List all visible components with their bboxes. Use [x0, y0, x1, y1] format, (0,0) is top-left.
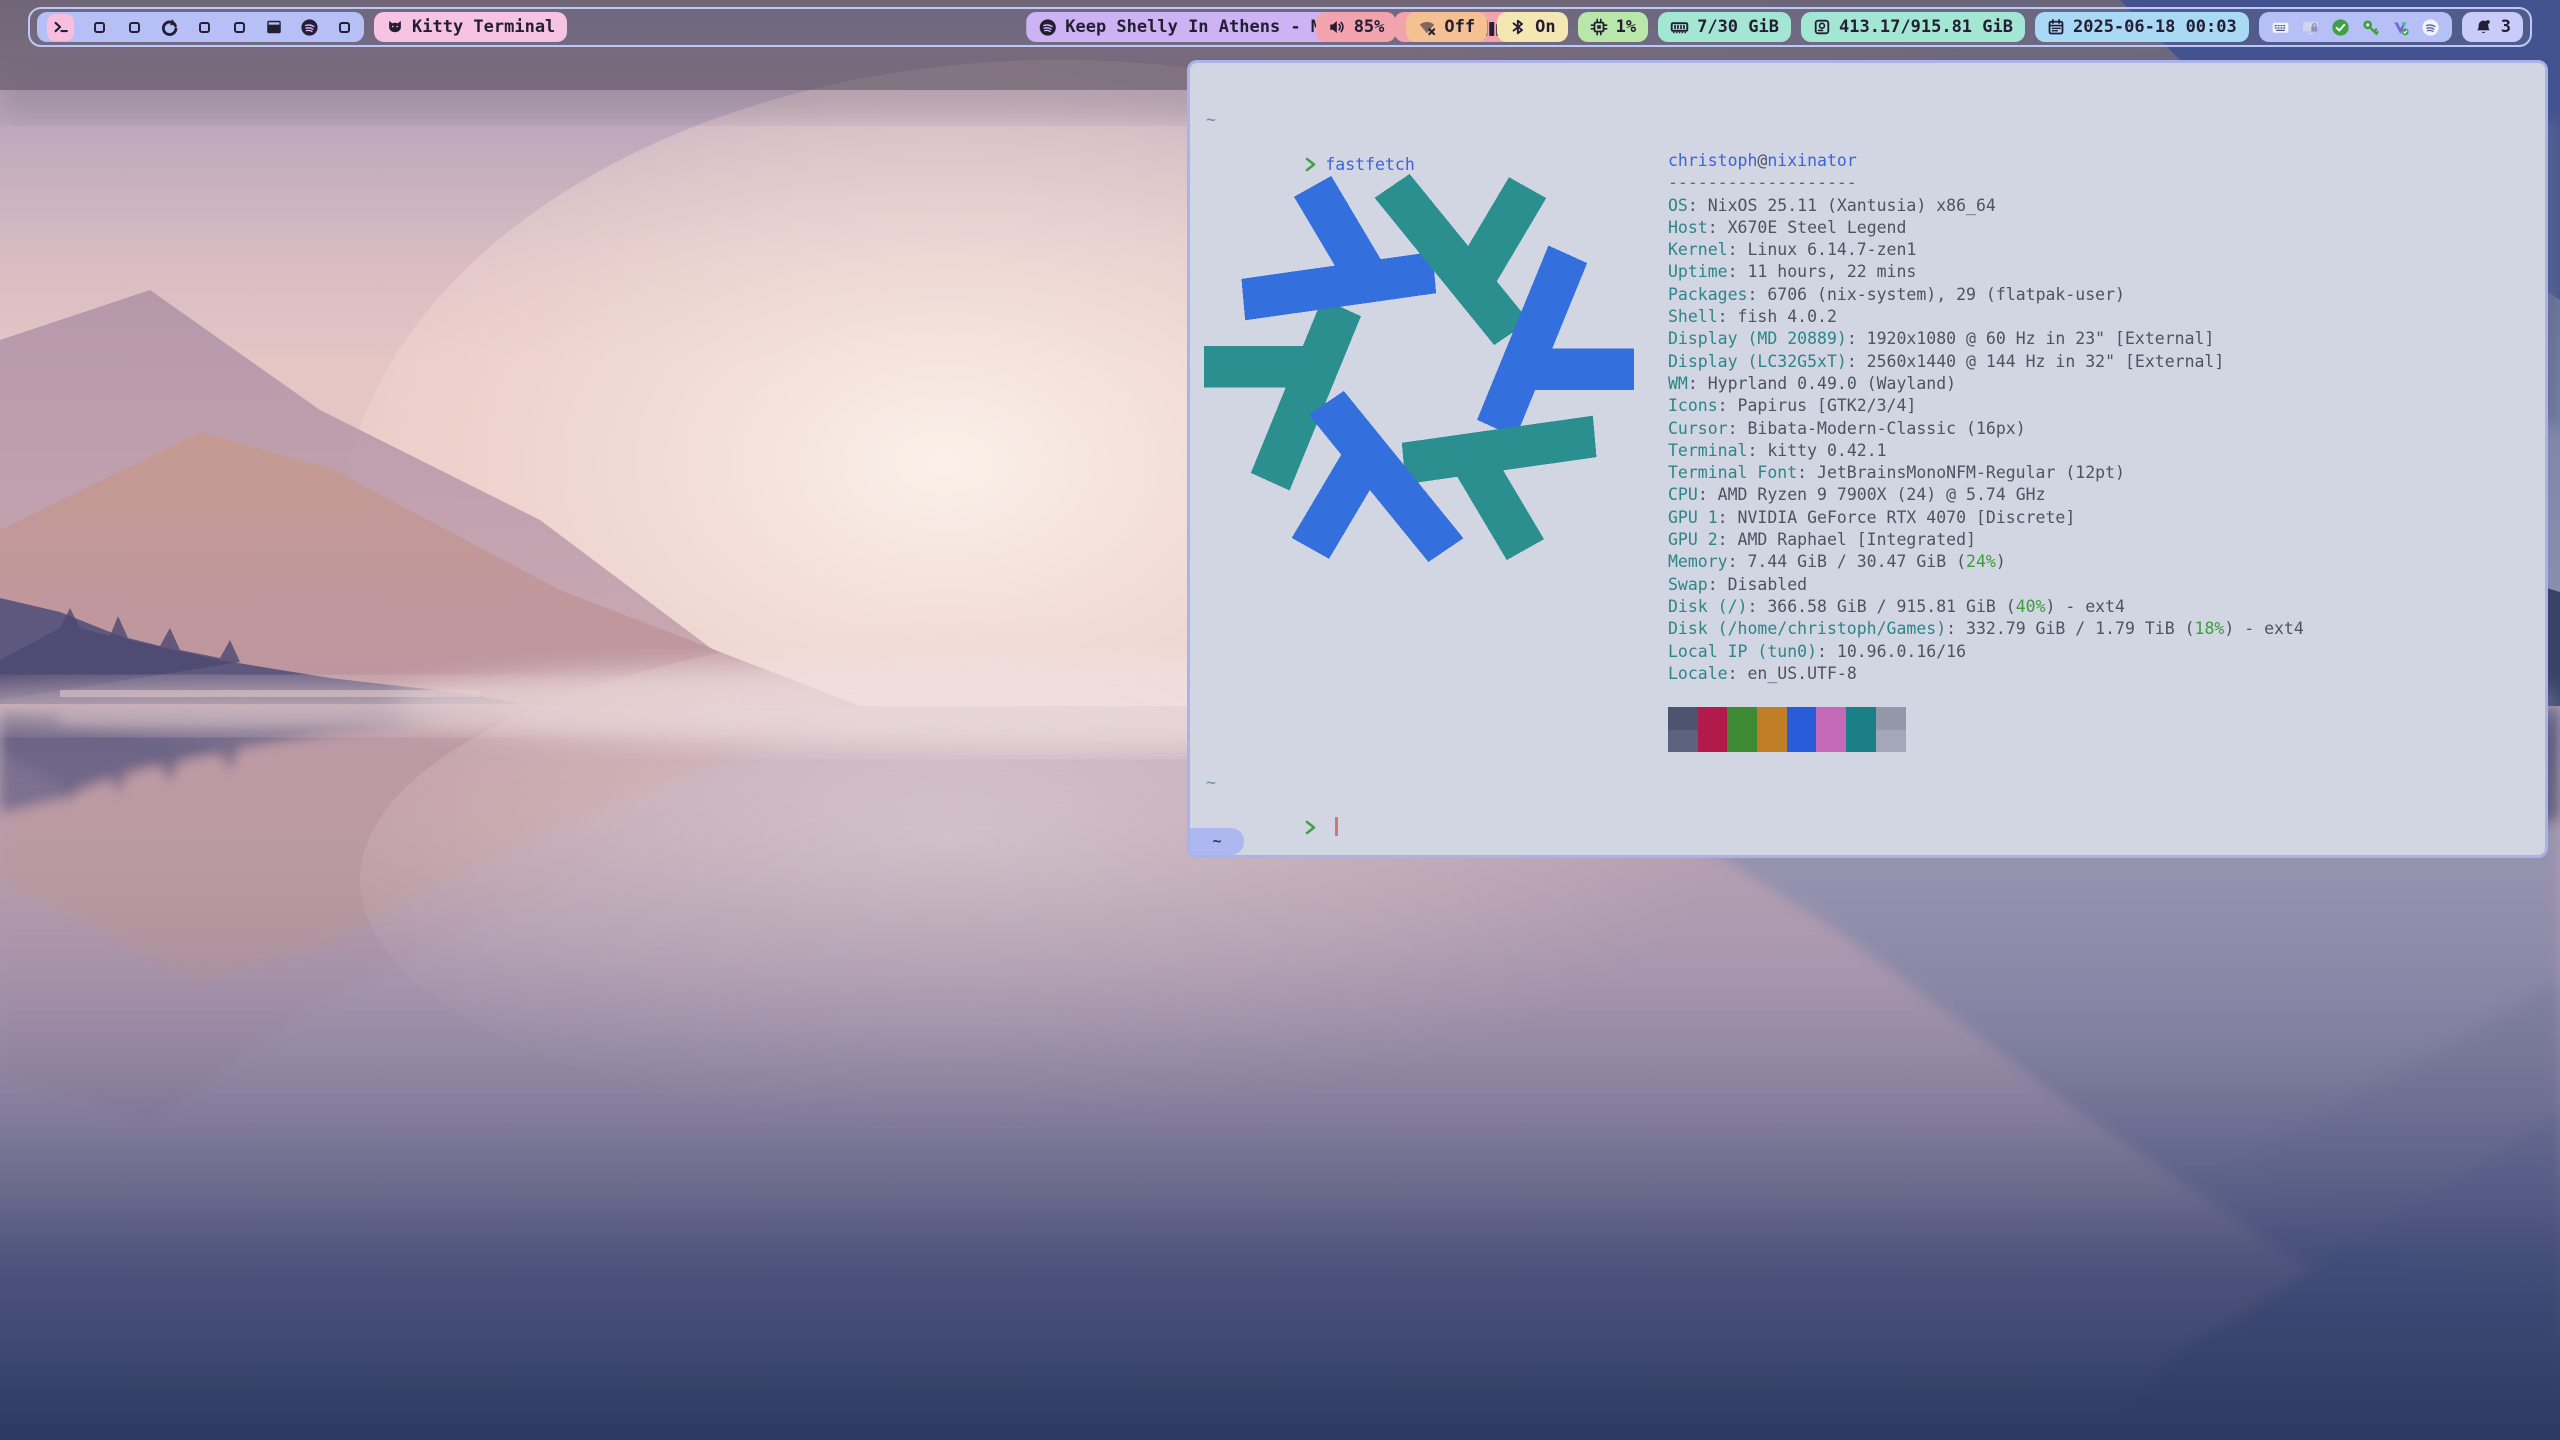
- fastfetch-line: Terminal: kitty 0.42.1: [1668, 440, 2304, 462]
- volume-pill[interactable]: 85%: [1316, 12, 1397, 42]
- disk-pill[interactable]: 413.17/915.81 GiB: [1801, 12, 2025, 42]
- vpn-shield-icon[interactable]: [2391, 18, 2410, 37]
- wifi-off-icon: [1418, 18, 1436, 36]
- workspace-9-square[interactable]: [334, 14, 354, 40]
- check-circle-icon[interactable]: [2331, 18, 2350, 37]
- workspace-2-square[interactable]: [89, 14, 109, 40]
- fastfetch-line: GPU 1: NVIDIA GeForce RTX 4070 [Discrete…: [1668, 507, 2304, 529]
- kitty-terminal-window[interactable]: ~ fastfetch christoph@nixinator---------…: [1187, 60, 2548, 858]
- bell-icon: [2474, 18, 2493, 37]
- nixos-logo: [1204, 159, 1634, 577]
- terminal-color-palette-row2: [1668, 730, 2304, 752]
- fastfetch-line: Locale: en_US.UTF-8: [1668, 663, 2304, 685]
- fastfetch-line: Host: X670E Steel Legend: [1668, 217, 2304, 239]
- fastfetch-line: Cursor: Bibata-Modern-Classic (16px): [1668, 418, 2304, 440]
- spotify-icon: [1038, 18, 1057, 37]
- fastfetch-line: -------------------: [1668, 172, 2304, 194]
- fastfetch-line: CPU: AMD Ryzen 9 7900X (24) @ 5.74 GHz: [1668, 484, 2304, 506]
- workspace-6-square[interactable]: [229, 14, 249, 40]
- status-bar: Kitty Terminal Keep Shelly In Athens - M…: [28, 7, 2532, 47]
- fastfetch-line: GPU 2: AMD Raphael [Integrated]: [1668, 529, 2304, 551]
- volume-label: 85%: [1354, 17, 1385, 37]
- key-icon[interactable]: [2361, 18, 2380, 37]
- prompt-path: ~: [1206, 109, 1415, 131]
- fastfetch-line: Kernel: Linux 6.14.7-zen1: [1668, 239, 2304, 261]
- fastfetch-line: christoph@nixinator: [1668, 150, 2304, 172]
- fastfetch-line: Disk (/home/christoph/Games): 332.79 GiB…: [1668, 618, 2304, 640]
- clock-label: 2025-06-18 00:03: [2073, 17, 2237, 37]
- bluetooth-icon: [1509, 18, 1527, 36]
- fastfetch-line: OS: NixOS 25.11 (Xantusia) x86_64: [1668, 195, 2304, 217]
- terminal-color-palette-row1: [1668, 707, 2304, 729]
- fastfetch-output: christoph@nixinator-------------------OS…: [1668, 150, 2304, 752]
- network-pill[interactable]: Off: [1406, 12, 1487, 42]
- fastfetch-line: Uptime: 11 hours, 22 mins: [1668, 261, 2304, 283]
- fastfetch-line: Icons: Papirus [GTK2/3/4]: [1668, 395, 2304, 417]
- terminal-content: ~ fastfetch christoph@nixinator---------…: [1190, 63, 2545, 855]
- prompt-path: ~: [1206, 772, 1338, 794]
- terminal-tab-label: ~: [1212, 830, 1221, 852]
- fastfetch-lines: christoph@nixinator-------------------OS…: [1668, 150, 2304, 685]
- workspace-4-circle-arrow[interactable]: [159, 14, 179, 40]
- fastfetch-line: Shell: fish 4.0.2: [1668, 306, 2304, 328]
- fastfetch-line: Packages: 6706 (nix-system), 29 (flatpak…: [1668, 284, 2304, 306]
- calendar-icon: [2047, 18, 2065, 36]
- terminal-tab[interactable]: ~: [1190, 828, 1244, 855]
- fastfetch-line: Display (LC32G5xT): 2560x1440 @ 144 Hz i…: [1668, 351, 2304, 373]
- network-label: Off: [1444, 17, 1475, 37]
- fastfetch-line: Disk (/): 366.58 GiB / 915.81 GiB (40%) …: [1668, 596, 2304, 618]
- speaker-icon: [1328, 18, 1346, 36]
- window-title-pill[interactable]: Kitty Terminal: [374, 12, 567, 42]
- bluetooth-pill[interactable]: On: [1497, 12, 1567, 42]
- fastfetch-line: Local IP (tun0): 10.96.0.16/16: [1668, 641, 2304, 663]
- fastfetch-line: Memory: 7.44 GiB / 30.47 GiB (24%): [1668, 551, 2304, 573]
- fastfetch-line: Swap: Disabled: [1668, 574, 2304, 596]
- system-tray: [2259, 12, 2452, 42]
- ram-icon: [1670, 18, 1689, 37]
- desktop: Kitty Terminal Keep Shelly In Athens - M…: [0, 0, 2560, 1440]
- workspace-switcher: [37, 12, 364, 42]
- text-cursor: [1335, 817, 1338, 836]
- workspace-3-square[interactable]: [124, 14, 144, 40]
- spotify-light-icon[interactable]: [2421, 18, 2440, 37]
- cpu-pill[interactable]: 1%: [1578, 12, 1648, 42]
- hdd-icon: [1813, 18, 1831, 36]
- fastfetch-line: Terminal Font: JetBrainsMonoNFM-Regular …: [1668, 462, 2304, 484]
- notifications-pill[interactable]: 3: [2462, 12, 2523, 42]
- workspace-5-square[interactable]: [194, 14, 214, 40]
- fastfetch-line: WM: Hyprland 0.49.0 (Wayland): [1668, 373, 2304, 395]
- fastfetch-line: Display (MD 20889): 1920x1080 @ 60 Hz in…: [1668, 328, 2304, 350]
- cpu-chip-icon: [1590, 18, 1608, 36]
- window-title: Kitty Terminal: [412, 17, 555, 37]
- notification-count: 3: [2501, 17, 2511, 37]
- workspace-1-terminal-prompt-active[interactable]: [47, 14, 74, 41]
- clock-pill[interactable]: 2025-06-18 00:03: [2035, 12, 2249, 42]
- memory-label: 7/30 GiB: [1697, 17, 1779, 37]
- bluetooth-label: On: [1535, 17, 1555, 37]
- cpu-label: 1%: [1616, 17, 1636, 37]
- workspace-7-window[interactable]: [264, 14, 284, 40]
- memory-pill[interactable]: 7/30 GiB: [1658, 12, 1791, 42]
- screen-lock-icon[interactable]: [2301, 18, 2320, 37]
- workspace-8-spotify[interactable]: [299, 14, 319, 40]
- keyboard-icon[interactable]: [2271, 18, 2290, 37]
- disk-label: 413.17/915.81 GiB: [1839, 17, 2013, 37]
- cat-icon: [386, 18, 404, 36]
- prompt-chevron-icon: [1305, 820, 1316, 835]
